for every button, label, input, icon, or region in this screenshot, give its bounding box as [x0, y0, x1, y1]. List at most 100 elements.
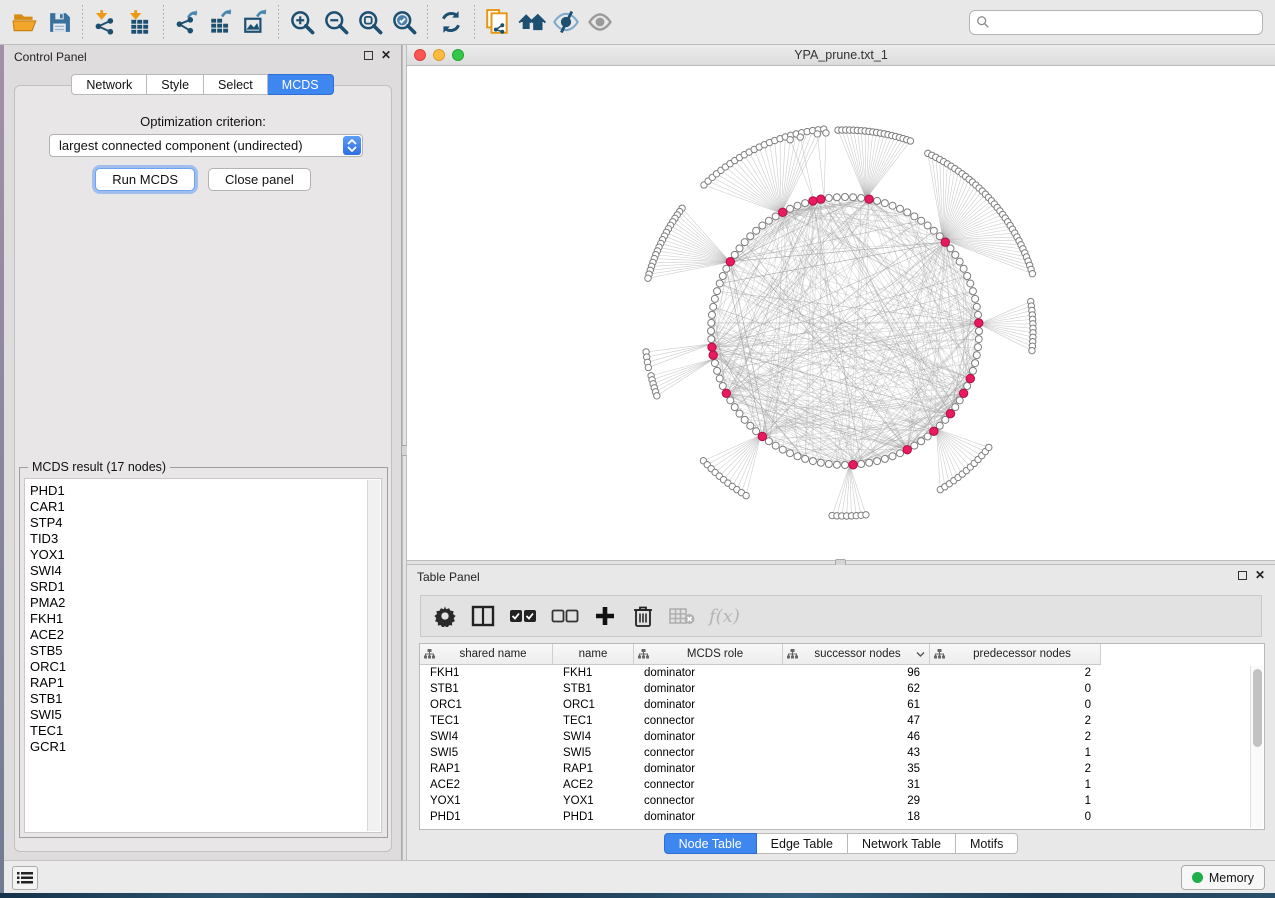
list-scrollbar-track[interactable]: [367, 480, 380, 831]
zoom-in-button[interactable]: [285, 5, 319, 39]
select-stepper-icon: [343, 136, 361, 155]
mcds-result-item[interactable]: PMA2: [30, 595, 381, 611]
mcds-result-item[interactable]: RAP1: [30, 675, 381, 691]
mcds-result-item[interactable]: SWI4: [30, 563, 381, 579]
mcds-result-list[interactable]: PHD1CAR1STP4TID3YOX1SWI4SRD1PMA2FKH1ACE2…: [24, 478, 382, 833]
zoom-fit-button[interactable]: [353, 5, 387, 39]
table-row[interactable]: RAP1RAP1dominator352: [420, 761, 1264, 777]
cell-predecessor-nodes: 0: [930, 699, 1101, 711]
apply-function-button[interactable]: f(x): [709, 603, 740, 629]
cell-successor-nodes: 62: [783, 683, 930, 695]
tab-style[interactable]: Style: [147, 74, 204, 95]
zoom-selected-button[interactable]: [387, 5, 421, 39]
tab-edge-table[interactable]: Edge Table: [757, 833, 848, 854]
desktop-wallpaper-bottom: [0, 893, 1275, 898]
network-graph[interactable]: [407, 66, 1275, 560]
table-options-button[interactable]: [433, 603, 457, 629]
node-table: shared namenameMCDS rolesuccessor nodesp…: [419, 643, 1265, 830]
deselect-all-columns-button[interactable]: [551, 603, 579, 629]
mcds-result-item[interactable]: SRD1: [30, 579, 381, 595]
table-row[interactable]: TEC1TEC1connector472: [420, 713, 1264, 729]
network-search[interactable]: [969, 10, 1263, 35]
table-row[interactable]: YOX1YOX1connector291: [420, 793, 1264, 809]
mcds-result-item[interactable]: ACE2: [30, 627, 381, 643]
delete-columns-button[interactable]: [631, 603, 655, 629]
column-header-name[interactable]: name: [553, 644, 634, 665]
mcds-result-item[interactable]: TEC1: [30, 723, 381, 739]
column-header-MCDS-role[interactable]: MCDS role: [634, 644, 783, 665]
memory-status-icon: [1192, 872, 1203, 883]
float-panel-icon[interactable]: [1238, 571, 1247, 580]
mcds-result-item[interactable]: ORC1: [30, 659, 381, 675]
add-column-button[interactable]: [593, 603, 617, 629]
close-panel-icon[interactable]: ✕: [381, 50, 391, 60]
new-network-from-selection-button[interactable]: [481, 5, 515, 39]
network-window-titlebar[interactable]: YPA_prune.txt_1: [407, 45, 1275, 66]
cell-predecessor-nodes: 1: [930, 747, 1101, 759]
network-canvas[interactable]: [407, 66, 1275, 560]
table-row[interactable]: ACE2ACE2connector311: [420, 777, 1264, 793]
run-mcds-button[interactable]: Run MCDS: [95, 168, 195, 191]
hierarchy-icon: [424, 649, 435, 659]
mcds-result-item[interactable]: CAR1: [30, 499, 381, 515]
float-panel-icon[interactable]: [364, 51, 373, 60]
column-header-shared-name[interactable]: shared name: [420, 644, 553, 665]
memory-button[interactable]: Memory: [1181, 865, 1265, 890]
column-header-successor-nodes[interactable]: successor nodes: [783, 644, 930, 665]
first-neighbors-icon: [518, 8, 546, 36]
table-scrollbar-thumb[interactable]: [1253, 669, 1262, 747]
table-row[interactable]: FKH1FKH1dominator962: [420, 665, 1264, 681]
first-neighbors-button[interactable]: [515, 5, 549, 39]
hide-selected-button[interactable]: [549, 5, 583, 39]
tab-node-table[interactable]: Node Table: [664, 833, 757, 854]
task-history-button[interactable]: [12, 866, 38, 890]
minimize-window-icon[interactable]: [433, 49, 445, 61]
table-body: FKH1FKH1dominator962STB1STB1dominator620…: [420, 665, 1264, 825]
save-session-button[interactable]: [42, 5, 76, 39]
table-row[interactable]: ORC1ORC1dominator610: [420, 697, 1264, 713]
mcds-result-item[interactable]: YOX1: [30, 547, 381, 563]
tab-network-table[interactable]: Network Table: [848, 833, 956, 854]
search-input[interactable]: [990, 15, 1256, 29]
export-image-button[interactable]: [238, 5, 272, 39]
mcds-result-item[interactable]: STP4: [30, 515, 381, 531]
close-window-icon[interactable]: [414, 49, 426, 61]
optimization-criterion-select[interactable]: largest connected component (undirected): [49, 134, 363, 157]
tab-select[interactable]: Select: [204, 74, 268, 95]
tab-mcds[interactable]: MCDS: [268, 74, 334, 95]
table-row[interactable]: SWI4SWI4dominator462: [420, 729, 1264, 745]
close-panel-button[interactable]: Close panel: [208, 168, 311, 191]
table-row[interactable]: STB1STB1dominator620: [420, 681, 1264, 697]
table-scrollbar-track[interactable]: [1250, 666, 1263, 828]
mcds-result-item[interactable]: STB5: [30, 643, 381, 659]
cell-shared-name: FKH1: [420, 667, 553, 679]
tab-network[interactable]: Network: [71, 74, 147, 95]
cell-predecessor-nodes: 2: [930, 715, 1101, 727]
delete-table-button[interactable]: [669, 603, 695, 629]
export-table-button[interactable]: [204, 5, 238, 39]
table-row[interactable]: SWI5SWI5connector431: [420, 745, 1264, 761]
show-all-button[interactable]: [583, 5, 617, 39]
export-network-button[interactable]: [170, 5, 204, 39]
import-network-button[interactable]: [89, 5, 123, 39]
open-session-button[interactable]: [8, 5, 42, 39]
import-table-button[interactable]: [123, 5, 157, 39]
mcds-result-item[interactable]: STB1: [30, 691, 381, 707]
mcds-result-item[interactable]: PHD1: [30, 483, 381, 499]
mcds-result-item[interactable]: FKH1: [30, 611, 381, 627]
select-all-columns-button[interactable]: [509, 603, 537, 629]
table-row[interactable]: PHD1PHD1dominator180: [420, 809, 1264, 825]
mcds-result-item[interactable]: SWI5: [30, 707, 381, 723]
eye-icon: [586, 8, 614, 36]
cell-MCDS-role: connector: [634, 779, 783, 791]
maximize-window-icon[interactable]: [452, 49, 464, 61]
column-header-predecessor-nodes[interactable]: predecessor nodes: [930, 644, 1101, 665]
mcds-result-item[interactable]: TID3: [30, 531, 381, 547]
show-columns-button[interactable]: [471, 603, 495, 629]
refresh-network-button[interactable]: [434, 5, 468, 39]
tab-motifs[interactable]: Motifs: [956, 833, 1018, 854]
table-panel: Table Panel ✕ f(x) shared namenameMCD: [407, 565, 1275, 860]
zoom-out-button[interactable]: [319, 5, 353, 39]
close-panel-icon[interactable]: ✕: [1255, 570, 1265, 580]
mcds-result-item[interactable]: GCR1: [30, 739, 381, 755]
